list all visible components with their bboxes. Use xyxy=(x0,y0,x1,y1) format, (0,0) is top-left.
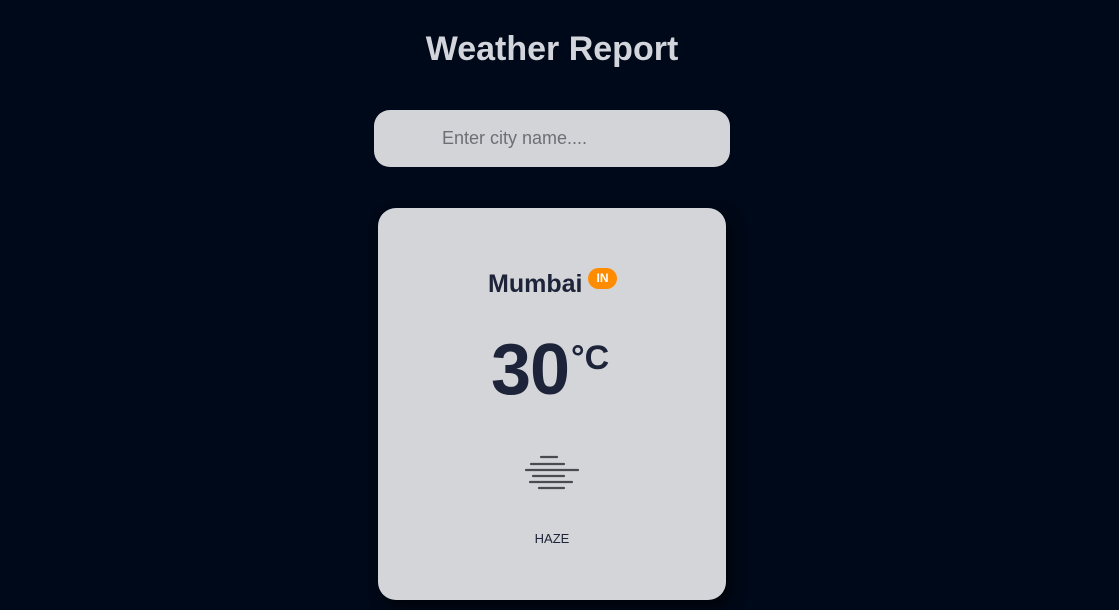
page-title: Weather Report xyxy=(425,30,679,68)
temperature-unit: °C xyxy=(571,339,610,377)
weather-condition: HAZE xyxy=(534,531,570,546)
city-search-input[interactable] xyxy=(374,110,730,167)
city-name: Mumbai xyxy=(488,270,583,298)
temperature-value: 30 xyxy=(491,330,570,410)
search-box[interactable] xyxy=(374,110,730,167)
haze-icon xyxy=(524,455,580,490)
country-badge: IN xyxy=(588,268,617,289)
